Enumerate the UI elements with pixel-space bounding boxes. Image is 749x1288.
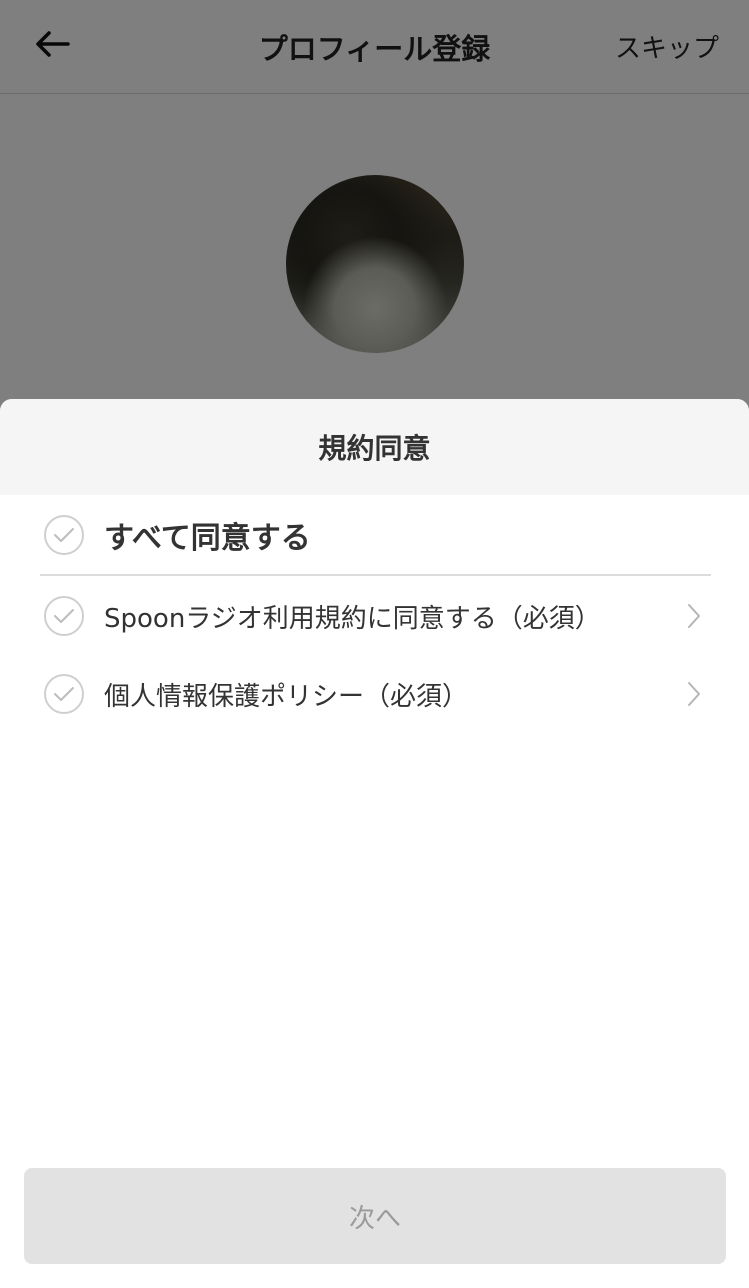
- chevron-right-icon[interactable]: [684, 601, 704, 631]
- agree-all-checkbox[interactable]: [44, 515, 84, 555]
- terms-item-label: 個人情報保護ポリシー（必須）: [104, 681, 469, 712]
- terms-checkbox[interactable]: [44, 674, 84, 714]
- terms-item-spoon-radio[interactable]: Spoonラジオ利用規約に同意する（必須）: [0, 577, 749, 655]
- next-button-label: 次へ: [348, 1203, 401, 1234]
- check-icon: [54, 687, 74, 701]
- check-icon: [54, 609, 74, 623]
- terms-item-privacy-policy[interactable]: 個人情報保護ポリシー（必須）: [0, 655, 749, 733]
- sheet-header: 規約同意: [0, 399, 749, 495]
- chevron-right-icon[interactable]: [684, 679, 704, 709]
- divider: [40, 574, 711, 576]
- check-icon: [54, 528, 74, 542]
- sheet-title: 規約同意: [318, 432, 431, 465]
- terms-checkbox[interactable]: [44, 596, 84, 636]
- next-button[interactable]: 次へ: [24, 1168, 726, 1264]
- agree-all-row[interactable]: すべて同意する: [0, 496, 749, 574]
- terms-item-label: Spoonラジオ利用規約に同意する（必須）: [104, 603, 601, 634]
- agree-all-label: すべて同意する: [104, 521, 311, 556]
